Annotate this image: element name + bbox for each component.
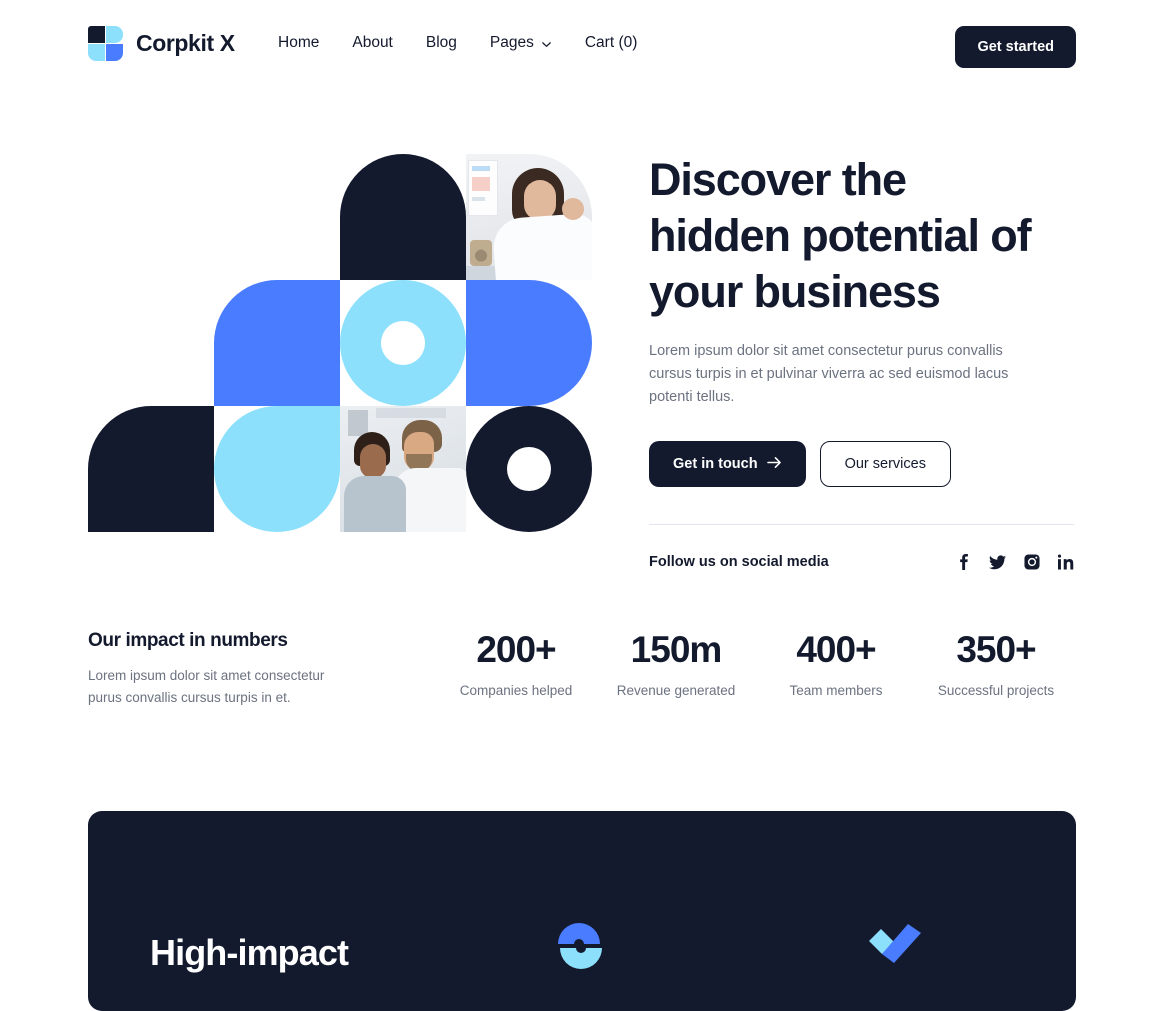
collage-shape-sky-round xyxy=(214,406,340,532)
stat-item: 200+ Companies helped xyxy=(436,628,596,698)
photo-person-shirt xyxy=(344,476,406,532)
stat-item: 150m Revenue generated xyxy=(596,628,756,698)
photo-note xyxy=(472,197,485,201)
collage-donut-sky xyxy=(340,280,466,406)
social-media-label: Follow us on social media xyxy=(649,554,829,570)
hero-content: Discover the hidden potential of your bu… xyxy=(649,152,1074,570)
nav-item-pages[interactable]: Pages xyxy=(490,34,552,52)
stats-intro: Our impact in numbers Lorem ipsum dolor … xyxy=(88,630,378,709)
high-impact-card: High-impact xyxy=(88,811,1076,1011)
logo-quadrant-bottom-left xyxy=(88,44,105,61)
collage-shape-navy-top xyxy=(340,154,466,280)
photo-note xyxy=(472,166,490,171)
stats-subtitle: Lorem ipsum dolor sit amet consectetur p… xyxy=(88,668,325,705)
facebook-icon[interactable] xyxy=(956,554,971,570)
interlocking-rings-icon xyxy=(554,917,606,975)
our-services-button[interactable]: Our services xyxy=(819,441,951,487)
social-icon-group xyxy=(956,554,1074,570)
hero-collage xyxy=(88,154,592,532)
social-media-row: Follow us on social media xyxy=(649,554,1074,570)
hero-button-group: Get in touch Our services xyxy=(649,441,1049,487)
stat-item: 400+ Team members xyxy=(756,628,916,698)
logo-quadrant-top-left xyxy=(88,26,105,43)
stats-title: Our impact in numbers xyxy=(88,630,288,651)
hero-paragraph: Lorem ipsum dolor sit amet consectetur p… xyxy=(649,343,1009,405)
collage-donut-navy xyxy=(466,406,592,532)
stat-label: Successful projects xyxy=(937,683,1055,698)
nav-item-label: Home xyxy=(278,34,320,51)
photo-person-shirt xyxy=(491,212,592,280)
nav-item-label: Cart (0) xyxy=(584,34,638,51)
nav-item-cart[interactable]: Cart (0) xyxy=(585,34,638,52)
stat-label: Revenue generated xyxy=(616,683,736,698)
stat-value: 350+ xyxy=(956,629,1036,670)
photo-background-line xyxy=(376,408,446,418)
photo-note xyxy=(472,177,490,191)
stat-label: Team members xyxy=(789,683,883,698)
logo-quadrant-bottom-right xyxy=(106,44,123,61)
site-header: Corpkit X Home About Blog Pages Cart (0)… xyxy=(0,0,1164,88)
nav-item-label: Blog xyxy=(425,34,457,51)
linkedin-icon[interactable] xyxy=(1058,554,1074,570)
photo-person-face xyxy=(524,180,556,220)
chevron-down-icon xyxy=(541,39,552,50)
nav-item-home[interactable]: Home xyxy=(278,34,319,52)
four-square-logo-icon xyxy=(88,26,123,61)
get-in-touch-label: Get in touch xyxy=(673,456,758,472)
high-impact-heading: High-impact xyxy=(150,932,349,973)
stats-grid: 200+ Companies helped 150m Revenue gener… xyxy=(436,628,1076,698)
hero-divider xyxy=(649,524,1074,525)
nav-item-about[interactable]: About xyxy=(352,34,393,52)
checkmark-icon xyxy=(867,919,923,969)
brand-name: Corpkit X xyxy=(136,30,235,56)
stat-value: 150m xyxy=(630,629,723,670)
twitter-icon[interactable] xyxy=(989,554,1006,570)
stat-label: Companies helped xyxy=(459,683,573,698)
get-started-button[interactable]: Get started xyxy=(955,26,1076,68)
stat-value: 200+ xyxy=(476,629,556,670)
logo-quadrant-top-right xyxy=(106,26,123,43)
collage-photo-woman-at-desk xyxy=(466,154,592,280)
collage-shape-navy-square xyxy=(88,406,214,532)
hero-heading: Discover the hidden potential of your bu… xyxy=(649,154,1032,317)
brand-logo[interactable]: Corpkit X xyxy=(88,26,235,61)
nav-item-label: Pages xyxy=(489,34,534,51)
stat-item: 350+ Successful projects xyxy=(916,628,1076,698)
photo-plant xyxy=(470,240,492,266)
collage-shape-blue-square xyxy=(214,280,340,406)
collage-photo-two-colleagues xyxy=(340,406,466,532)
main-navigation: Home About Blog Pages Cart (0) xyxy=(278,34,637,52)
nav-item-blog[interactable]: Blog xyxy=(426,34,457,52)
nav-item-label: About xyxy=(352,34,393,51)
collage-shape-blue-round xyxy=(466,280,592,406)
get-in-touch-button[interactable]: Get in touch xyxy=(649,441,806,487)
photo-person-hand xyxy=(562,198,584,220)
arrow-right-icon xyxy=(766,456,782,473)
stat-value: 400+ xyxy=(796,629,876,670)
instagram-icon[interactable] xyxy=(1024,554,1040,570)
photo-person-face xyxy=(360,444,386,478)
